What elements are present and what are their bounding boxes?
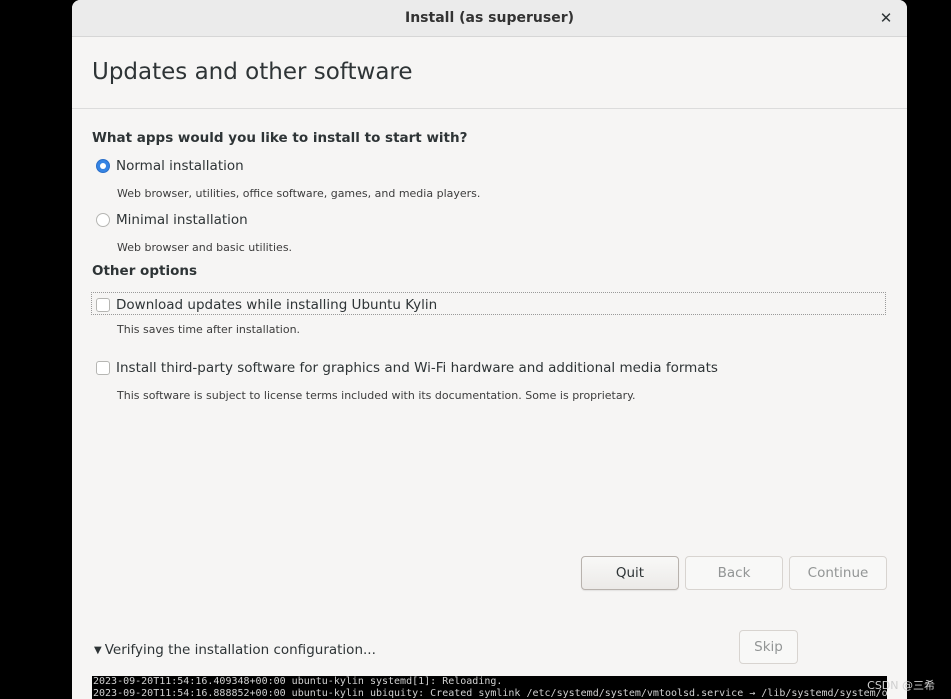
titlebar[interactable]: Install (as superuser) ✕ <box>72 0 907 37</box>
installer-window: Install (as superuser) ✕ Updates and oth… <box>72 0 907 699</box>
install-type-question: What apps would you like to install to s… <box>92 130 468 146</box>
other-options-heading: Other options <box>92 263 197 279</box>
log-line: 2023-09-20T11:54:16.888852+00:00 ubuntu-… <box>93 687 887 699</box>
continue-button[interactable]: Continue <box>789 556 887 590</box>
close-icon[interactable]: ✕ <box>875 7 897 29</box>
checkbox-icon[interactable] <box>96 298 110 312</box>
radio-unselected-icon[interactable] <box>96 213 110 227</box>
install-log: 2023-09-20T11:54:16.409348+00:00 ubuntu-… <box>92 676 887 699</box>
page-title: Updates and other software <box>92 59 413 85</box>
progress-expander[interactable]: ▼ Verifying the installation configurati… <box>94 642 376 658</box>
download-updates-checkbox[interactable]: Download updates while installing Ubuntu… <box>96 296 437 314</box>
chevron-down-icon: ▼ <box>94 644 102 656</box>
minimal-installation-radio[interactable]: Minimal installation <box>96 211 248 229</box>
minimal-installation-description: Web browser and basic utilities. <box>117 241 293 254</box>
radio-selected-icon[interactable] <box>96 159 110 173</box>
progress-status: Verifying the installation configuration… <box>104 642 376 658</box>
normal-installation-label: Normal installation <box>116 158 244 174</box>
skip-button[interactable]: Skip <box>739 630 798 664</box>
checkbox-icon[interactable] <box>96 361 110 375</box>
quit-button[interactable]: Quit <box>581 556 679 590</box>
window-title: Install (as superuser) <box>405 10 574 26</box>
download-updates-label: Download updates while installing Ubuntu… <box>116 297 438 313</box>
log-line: 2023-09-20T11:54:16.409348+00:00 ubuntu-… <box>93 676 503 687</box>
download-updates-description: This saves time after installation. <box>117 323 301 336</box>
third-party-software-description: This software is subject to license term… <box>117 389 636 402</box>
third-party-software-checkbox[interactable]: Install third-party software for graphic… <box>96 359 718 377</box>
watermark: CSDN @三希 <box>867 679 935 692</box>
normal-installation-description: Web browser, utilities, office software,… <box>117 187 481 200</box>
minimal-installation-label: Minimal installation <box>116 212 248 228</box>
header-divider <box>72 108 907 109</box>
normal-installation-radio[interactable]: Normal installation <box>96 157 244 175</box>
back-button[interactable]: Back <box>685 556 783 590</box>
third-party-software-label: Install third-party software for graphic… <box>116 360 718 376</box>
